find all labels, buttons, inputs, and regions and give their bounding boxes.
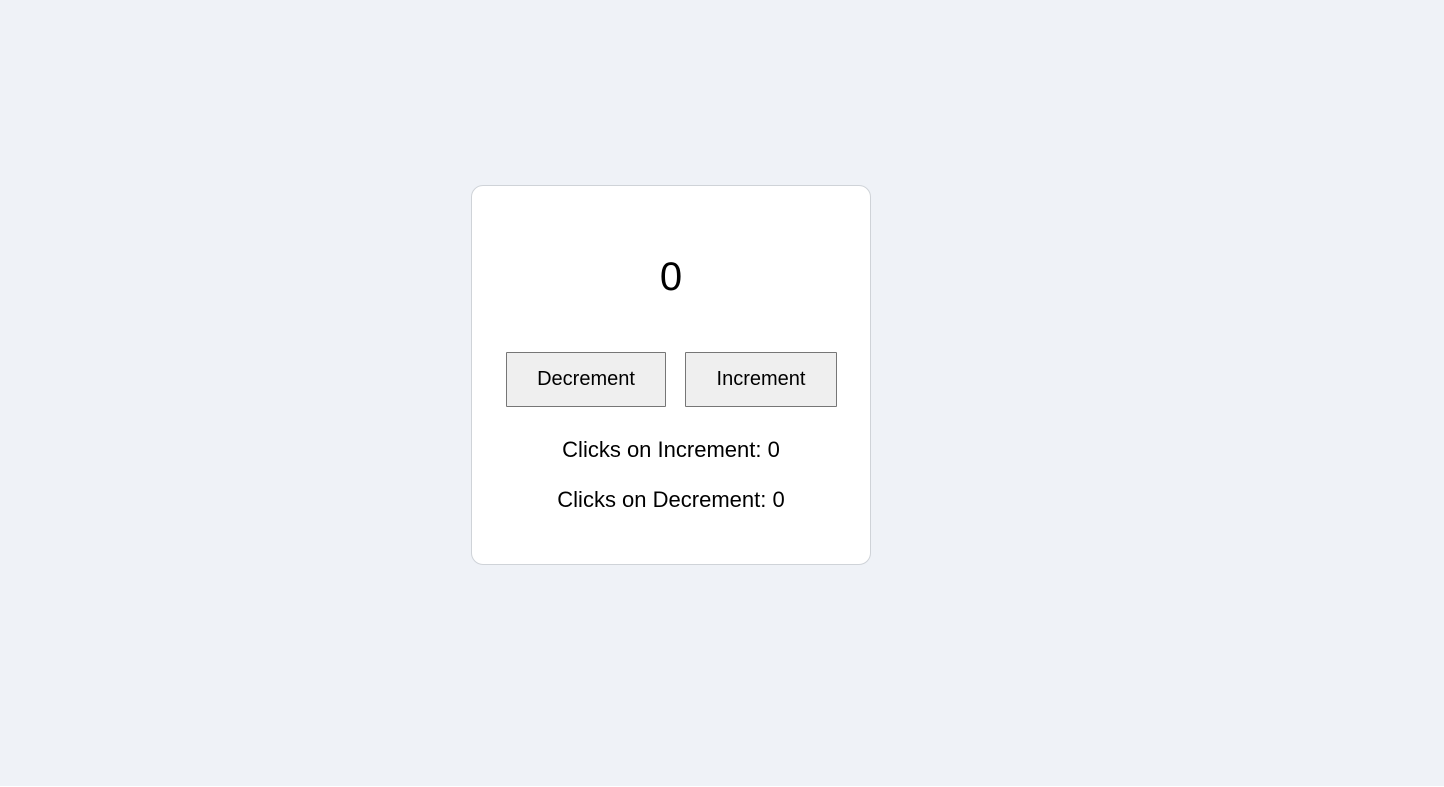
decrement-button[interactable]: Decrement [506,352,666,407]
increment-clicks-text: Clicks on Increment: 0 [562,437,780,462]
decrement-clicks-text: Clicks on Decrement: 0 [557,487,785,512]
increment-button[interactable]: Increment [685,352,837,407]
counter-value: 0 [659,255,683,299]
